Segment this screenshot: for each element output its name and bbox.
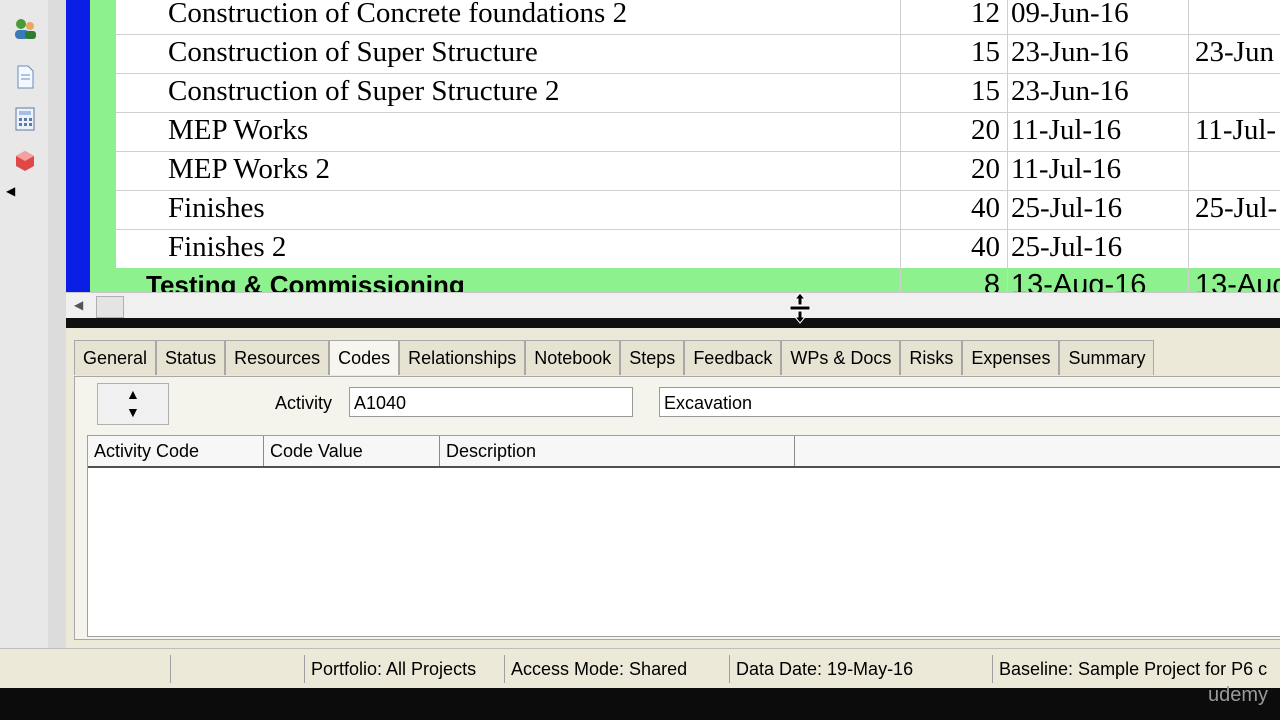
start-cell: 09-Jun-16 xyxy=(1011,0,1129,29)
activity-name-cell: Construction of Super Structure 2 xyxy=(168,75,560,107)
column-divider xyxy=(1007,0,1008,292)
activity-name-field[interactable]: Excavation xyxy=(659,387,1280,417)
activity-name-cell: Construction of Concrete foundations 2 xyxy=(168,0,628,29)
tab-relationships[interactable]: Relationships xyxy=(399,340,526,375)
table-header: Activity Code Code Value Description xyxy=(88,436,1280,468)
activity-name-cell: MEP Works xyxy=(168,114,309,146)
status-baseline: Baseline: Sample Project for P6 c xyxy=(992,655,1267,683)
tab-general[interactable]: General xyxy=(74,340,157,375)
duration-cell: 15 xyxy=(971,36,1000,68)
cube-icon[interactable] xyxy=(12,148,38,174)
start-cell: 11-Jul-16 xyxy=(1011,153,1122,185)
activity-table: Construction of Concrete foundations 2 1… xyxy=(66,0,1280,292)
watermark-text: udemy xyxy=(1207,684,1268,706)
duration-cell: 20 xyxy=(971,153,1000,185)
status-access-mode: Access Mode: Shared xyxy=(504,655,687,683)
finish-cell: 11-Jul- xyxy=(1195,114,1277,146)
tab-codes[interactable]: Codes xyxy=(329,340,400,375)
codes-tab-body: ▲ ▼ Activity A1040 Excavation Activity C… xyxy=(74,376,1280,640)
finish-cell: 25-Jul- xyxy=(1195,192,1278,224)
table-row[interactable]: Finishes 40 25-Jul-16 25-Jul- xyxy=(116,191,1280,230)
activity-details-panel: General Status Resources Codes Relations… xyxy=(66,328,1280,640)
table-row[interactable]: Construction of Concrete foundations 2 1… xyxy=(116,0,1280,35)
start-cell: 11-Jul-16 xyxy=(1011,114,1122,146)
details-tabs: General Status Resources Codes Relations… xyxy=(74,340,1155,376)
pane-splitter[interactable] xyxy=(66,318,1280,328)
activity-name-cell: MEP Works 2 xyxy=(168,153,331,185)
table-row[interactable]: MEP Works 2 20 11-Jul-16 xyxy=(116,152,1280,191)
column-header-code-value[interactable]: Code Value xyxy=(264,436,440,466)
scroll-left-icon[interactable]: ◀ xyxy=(74,298,83,312)
status-portfolio: Portfolio: All Projects xyxy=(304,655,476,683)
tab-summary[interactable]: Summary xyxy=(1059,340,1155,375)
left-toolbar: ◀ xyxy=(0,0,49,648)
status-data-date: Data Date: 19-May-16 xyxy=(729,655,913,683)
activity-name-cell: Construction of Super Structure xyxy=(168,36,538,68)
start-cell: 25-Jul-16 xyxy=(1011,192,1123,224)
activity-name-cell: Finishes 2 xyxy=(168,231,287,263)
project-band xyxy=(66,0,90,292)
duration-cell: 40 xyxy=(971,192,1000,224)
duration-cell: 12 xyxy=(971,0,1000,29)
tab-expenses[interactable]: Expenses xyxy=(962,340,1060,375)
table-row[interactable]: Construction of Super Structure 2 15 23-… xyxy=(116,74,1280,113)
table-row[interactable]: Construction of Super Structure 15 23-Ju… xyxy=(116,35,1280,74)
finish-cell: 23-Jun xyxy=(1195,36,1274,68)
tab-wps-docs[interactable]: WPs & Docs xyxy=(781,340,901,375)
finish-cell: 13-Aug xyxy=(1195,269,1280,292)
prev-next-activity-buttons: ▲ ▼ xyxy=(97,383,169,425)
duration-cell: 8 xyxy=(983,269,1000,292)
wbs-name-cell: Testing & Commissioning xyxy=(146,270,465,292)
duration-cell: 15 xyxy=(971,75,1000,107)
tab-status[interactable]: Status xyxy=(156,340,226,375)
panel-divider xyxy=(48,0,66,648)
collapse-arrow-icon[interactable]: ◀ xyxy=(6,184,15,198)
wbs-band xyxy=(90,0,116,292)
tab-resources[interactable]: Resources xyxy=(225,340,330,375)
tab-steps[interactable]: Steps xyxy=(620,340,685,375)
status-bar: Portfolio: All Projects Access Mode: Sha… xyxy=(0,648,1280,689)
tab-feedback[interactable]: Feedback xyxy=(684,340,782,375)
column-header-activity-code[interactable]: Activity Code xyxy=(88,436,264,466)
duration-cell: 40 xyxy=(971,231,1000,263)
start-cell: 23-Jun-16 xyxy=(1011,36,1129,68)
tab-notebook[interactable]: Notebook xyxy=(525,340,621,375)
table-row[interactable]: Finishes 2 40 25-Jul-16 xyxy=(116,230,1280,269)
start-cell: 25-Jul-16 xyxy=(1011,231,1123,263)
horizontal-scrollbar[interactable]: ◀ xyxy=(66,292,1280,319)
video-letterbox xyxy=(0,688,1280,720)
tab-risks[interactable]: Risks xyxy=(900,340,963,375)
start-cell: 13-Aug-16 xyxy=(1011,269,1147,292)
activity-id-field[interactable]: A1040 xyxy=(349,387,633,417)
next-activity-icon[interactable]: ▼ xyxy=(126,404,140,420)
previous-activity-icon[interactable]: ▲ xyxy=(126,386,140,402)
scrollbar-thumb[interactable] xyxy=(96,296,124,318)
calculator-icon[interactable] xyxy=(12,106,38,132)
column-divider xyxy=(900,0,901,292)
wbs-row[interactable]: Testing & Commissioning 8 13-Aug-16 13-A… xyxy=(90,268,1280,292)
start-cell: 23-Jun-16 xyxy=(1011,75,1129,107)
column-divider xyxy=(1188,0,1189,292)
activity-name-cell: Finishes xyxy=(168,192,265,224)
duration-cell: 20 xyxy=(971,114,1000,146)
users-icon[interactable] xyxy=(12,16,38,42)
activity-label: Activity xyxy=(275,393,333,413)
status-empty-cell xyxy=(170,655,303,683)
resize-cursor-icon xyxy=(789,292,811,324)
table-row[interactable]: MEP Works 20 11-Jul-16 11-Jul- xyxy=(116,113,1280,152)
document-icon[interactable] xyxy=(12,64,38,90)
column-header-description[interactable]: Description xyxy=(440,436,795,466)
activity-codes-table[interactable]: Activity Code Code Value Description xyxy=(87,435,1280,637)
